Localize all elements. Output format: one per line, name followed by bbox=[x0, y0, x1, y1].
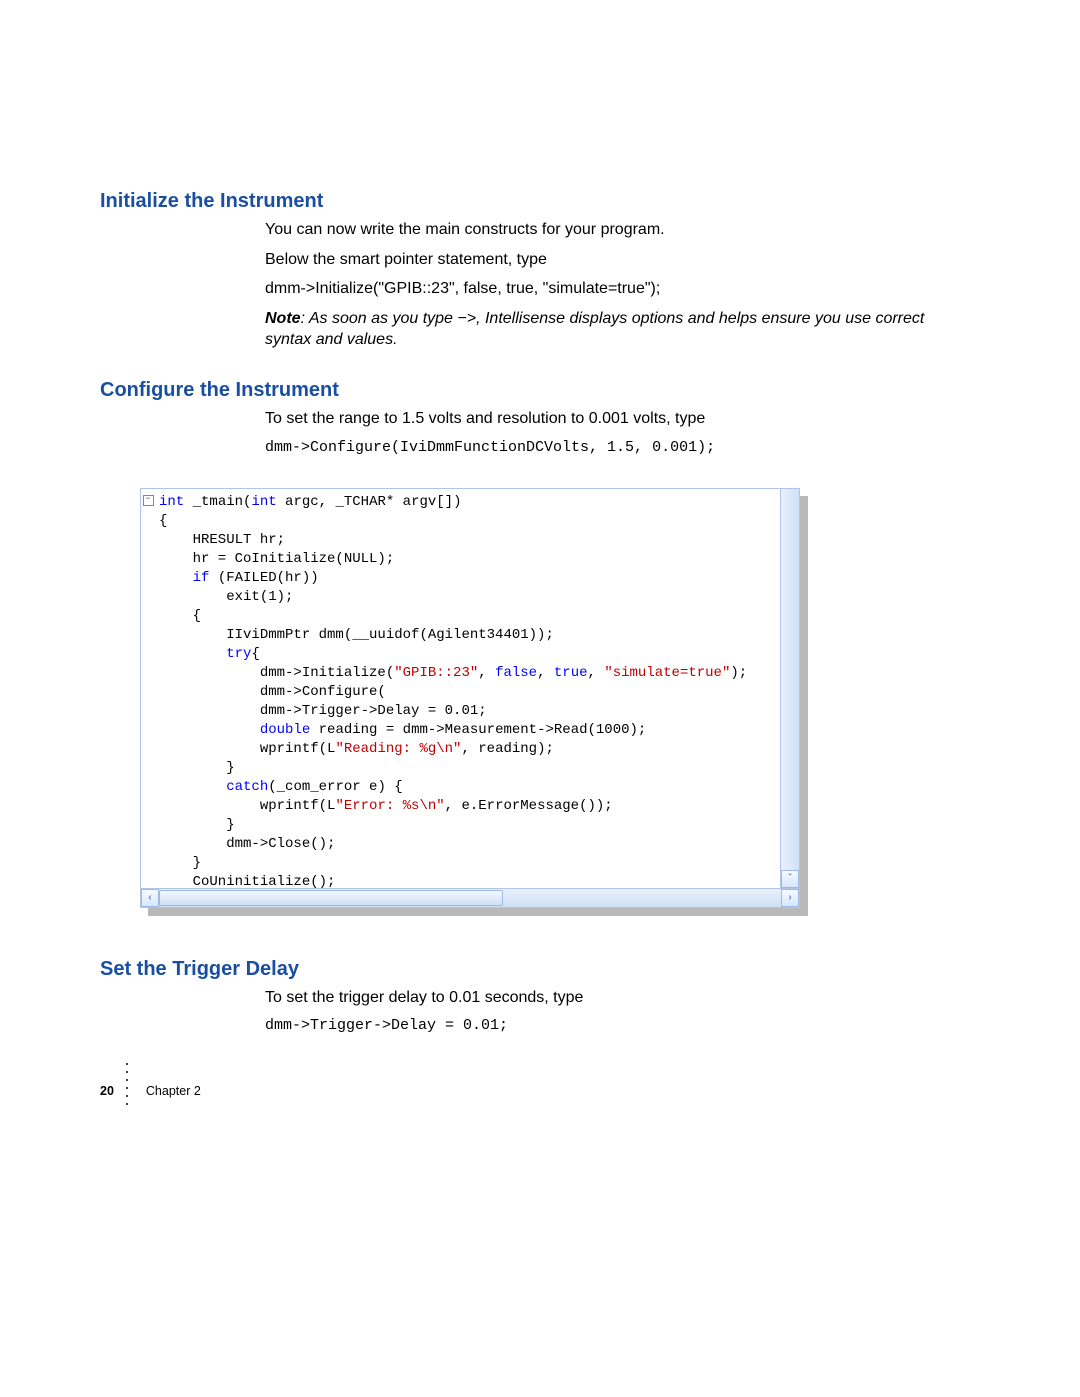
document-page: Initialize the Instrument You can now wr… bbox=[0, 0, 1080, 1185]
scroll-thumb[interactable] bbox=[159, 890, 503, 906]
chapter-label: Chapter 2 bbox=[146, 1084, 201, 1098]
scroll-right-button[interactable]: › bbox=[781, 889, 799, 907]
scroll-left-button[interactable]: ‹ bbox=[141, 889, 159, 907]
code-line: dmm->Configure(IviDmmFunctionDCVolts, 1.… bbox=[265, 438, 945, 458]
page-number: 20 bbox=[100, 1084, 114, 1098]
footer-dots-icon bbox=[126, 1063, 128, 1105]
heading-trigger: Set the Trigger Delay bbox=[100, 958, 945, 981]
heading-initialize: Initialize the Instrument bbox=[100, 190, 945, 213]
vertical-scrollbar[interactable]: ˇ bbox=[780, 489, 799, 888]
scroll-track[interactable] bbox=[159, 889, 781, 907]
note: Note: As soon as you type −>, Intellisen… bbox=[265, 308, 945, 351]
editor-gutter: − bbox=[141, 489, 155, 888]
note-text: : As soon as you type −>, Intellisense d… bbox=[265, 310, 924, 349]
para: You can now write the main constructs fo… bbox=[265, 219, 945, 241]
code-line: dmm->Trigger->Delay = 0.01; bbox=[265, 1016, 945, 1036]
para: Below the smart pointer statement, type bbox=[265, 249, 945, 271]
para: To set the trigger delay to 0.01 seconds… bbox=[265, 987, 945, 1009]
horizontal-scrollbar[interactable]: ‹ › bbox=[141, 888, 799, 907]
editor-body: − int _tmain(int argc, _TCHAR* argv[]) {… bbox=[141, 489, 799, 888]
note-label: Note bbox=[265, 310, 301, 327]
para: To set the range to 1.5 volts and resolu… bbox=[265, 408, 945, 430]
heading-configure: Configure the Instrument bbox=[100, 379, 945, 402]
section-configure: Configure the Instrument To set the rang… bbox=[100, 379, 945, 458]
page-footer: 20 Chapter 2 bbox=[100, 1077, 945, 1105]
code-line: dmm->Initialize("GPIB::23", false, true,… bbox=[265, 278, 945, 300]
code-editor-screenshot: − int _tmain(int argc, _TCHAR* argv[]) {… bbox=[140, 488, 800, 908]
collapse-icon[interactable]: − bbox=[143, 495, 154, 506]
code-editor: − int _tmain(int argc, _TCHAR* argv[]) {… bbox=[140, 488, 800, 908]
scroll-down-button[interactable]: ˇ bbox=[781, 870, 799, 888]
code-area[interactable]: int _tmain(int argc, _TCHAR* argv[]) { H… bbox=[155, 489, 780, 888]
section-initialize: Initialize the Instrument You can now wr… bbox=[100, 190, 945, 351]
section-trigger: Set the Trigger Delay To set the trigger… bbox=[100, 958, 945, 1037]
